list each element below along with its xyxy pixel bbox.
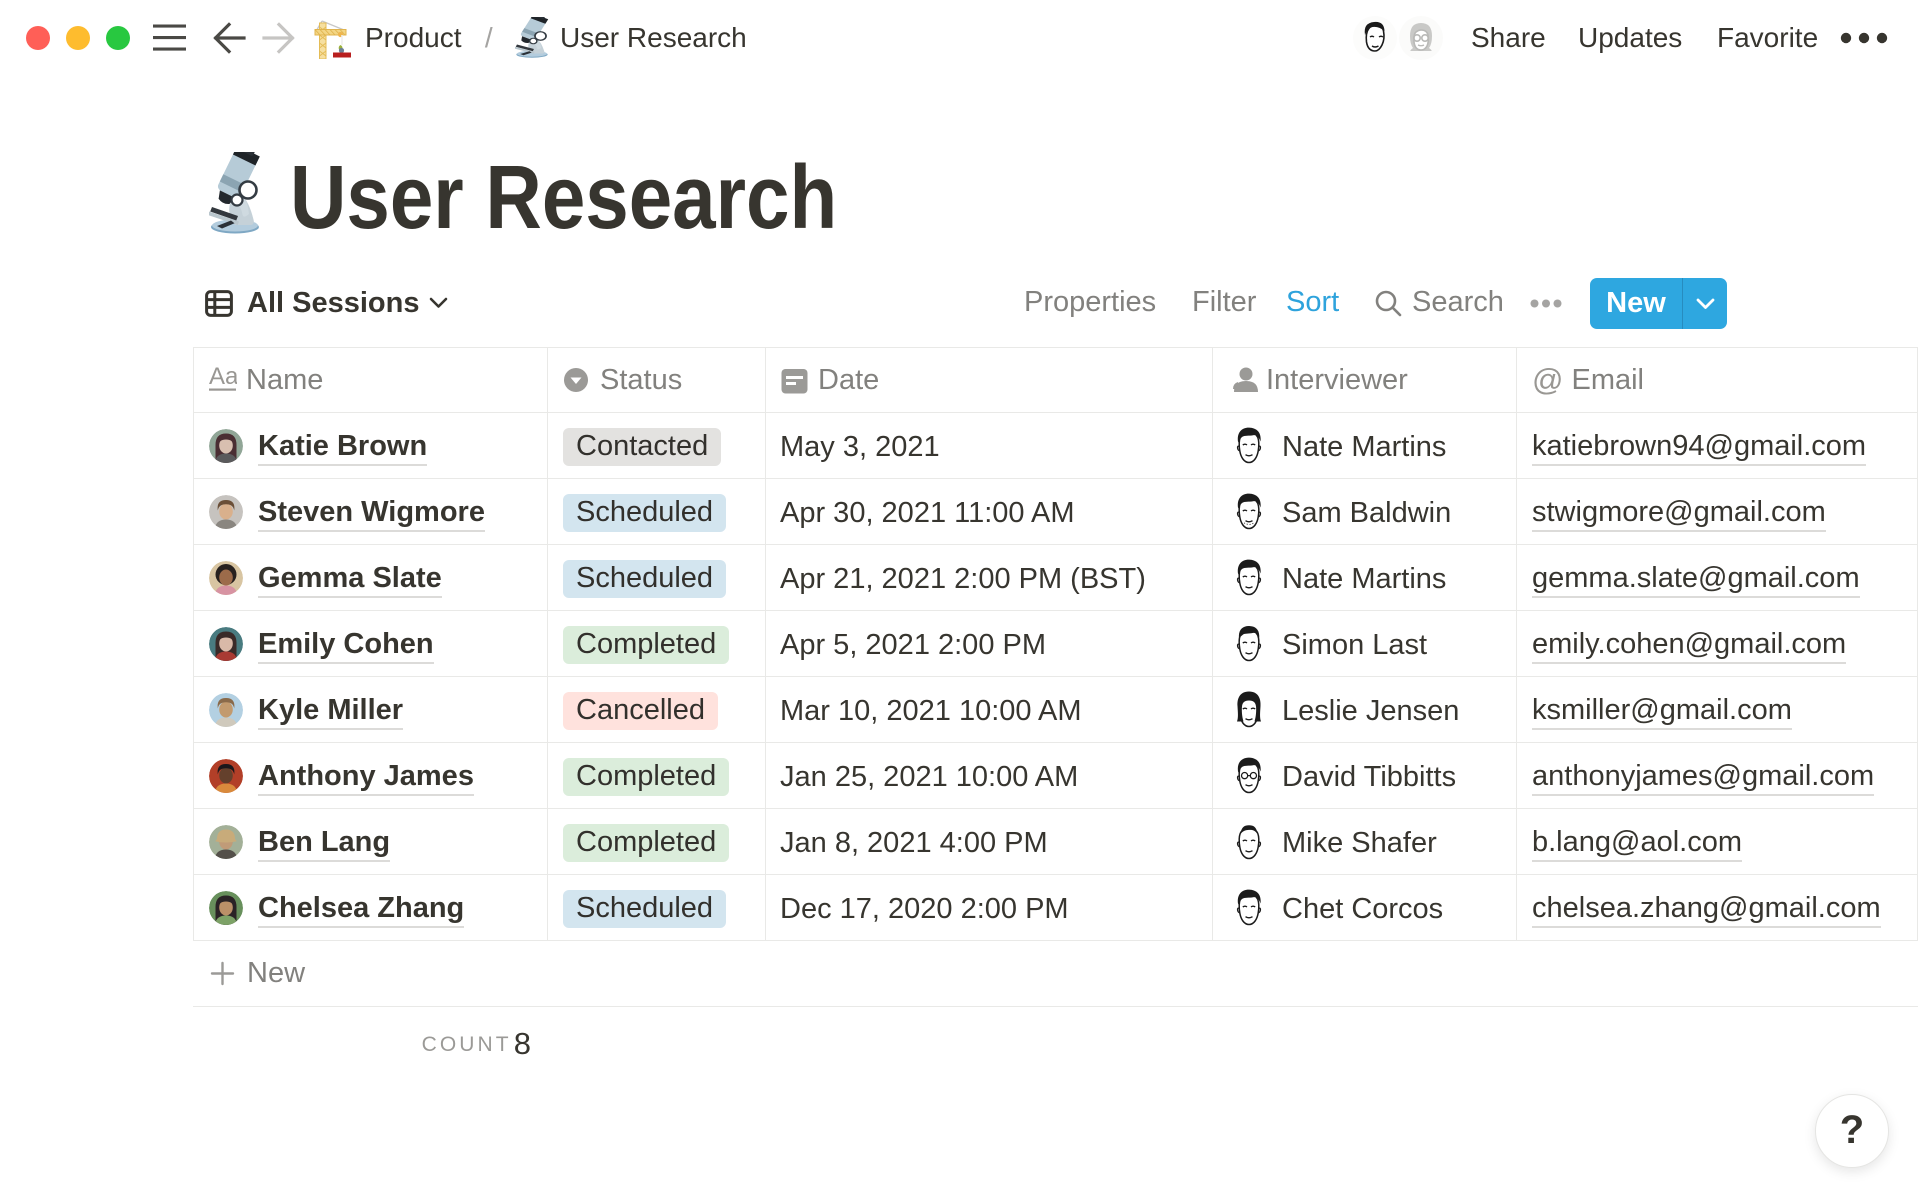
svg-text:Aa: Aa xyxy=(209,367,237,390)
